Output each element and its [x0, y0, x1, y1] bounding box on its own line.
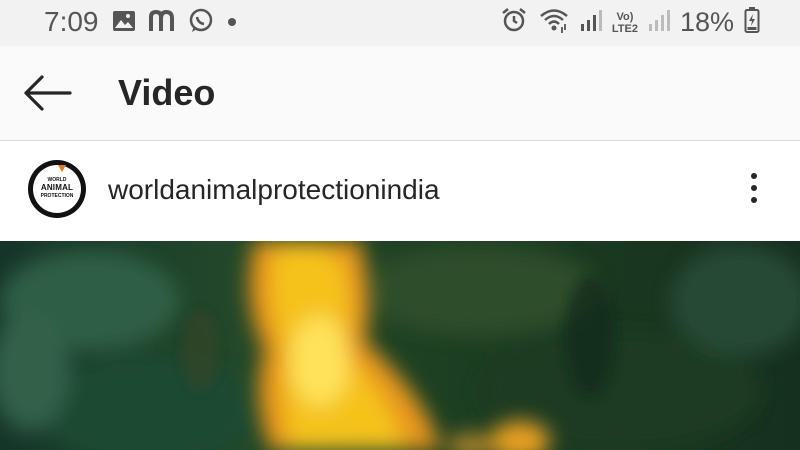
video-player[interactable]: [0, 241, 800, 450]
whatsapp-icon: [188, 8, 214, 39]
status-bar: 7:09 Vo) LTE2 18%: [0, 0, 800, 46]
dot-icon: [226, 15, 238, 33]
back-button[interactable]: [22, 74, 72, 112]
battery-percent: 18%: [679, 7, 734, 37]
volte-line2: LTE2: [611, 22, 638, 35]
page-title: Video: [118, 72, 216, 113]
volte-indicator: Vo) LTE2: [612, 11, 638, 35]
arrow-left-icon: [22, 75, 72, 116]
notification-icons: [112, 8, 238, 39]
avatar-line2: ANIMAL: [40, 183, 74, 192]
avatar-line3: PROTECTION: [40, 193, 74, 199]
avatar[interactable]: WORLD ANIMAL PROTECTION: [28, 160, 86, 218]
logo-triangle-icon: [58, 165, 66, 172]
more-vertical-icon: [744, 173, 764, 203]
wifi-icon: [538, 7, 570, 38]
avatar-logo: WORLD ANIMAL PROTECTION: [33, 165, 81, 213]
m-app-icon: [148, 9, 176, 38]
username-link[interactable]: worldanimalprotectionindia: [108, 174, 440, 206]
more-options-button[interactable]: [744, 173, 764, 213]
status-time: 7:09: [44, 6, 99, 37]
system-icons: Vo) LTE2 18%: [500, 6, 760, 39]
volte-line1: Vo): [616, 10, 634, 23]
signal-icon: [648, 8, 670, 37]
alarm-icon: [500, 6, 528, 39]
battery-icon: [744, 6, 760, 39]
post-header: WORLD ANIMAL PROTECTION worldanimalprote…: [0, 141, 800, 241]
video-frame: [0, 241, 800, 450]
gallery-icon: [112, 10, 136, 37]
app-header: Video: [0, 46, 800, 141]
signal-icon: [580, 8, 602, 37]
